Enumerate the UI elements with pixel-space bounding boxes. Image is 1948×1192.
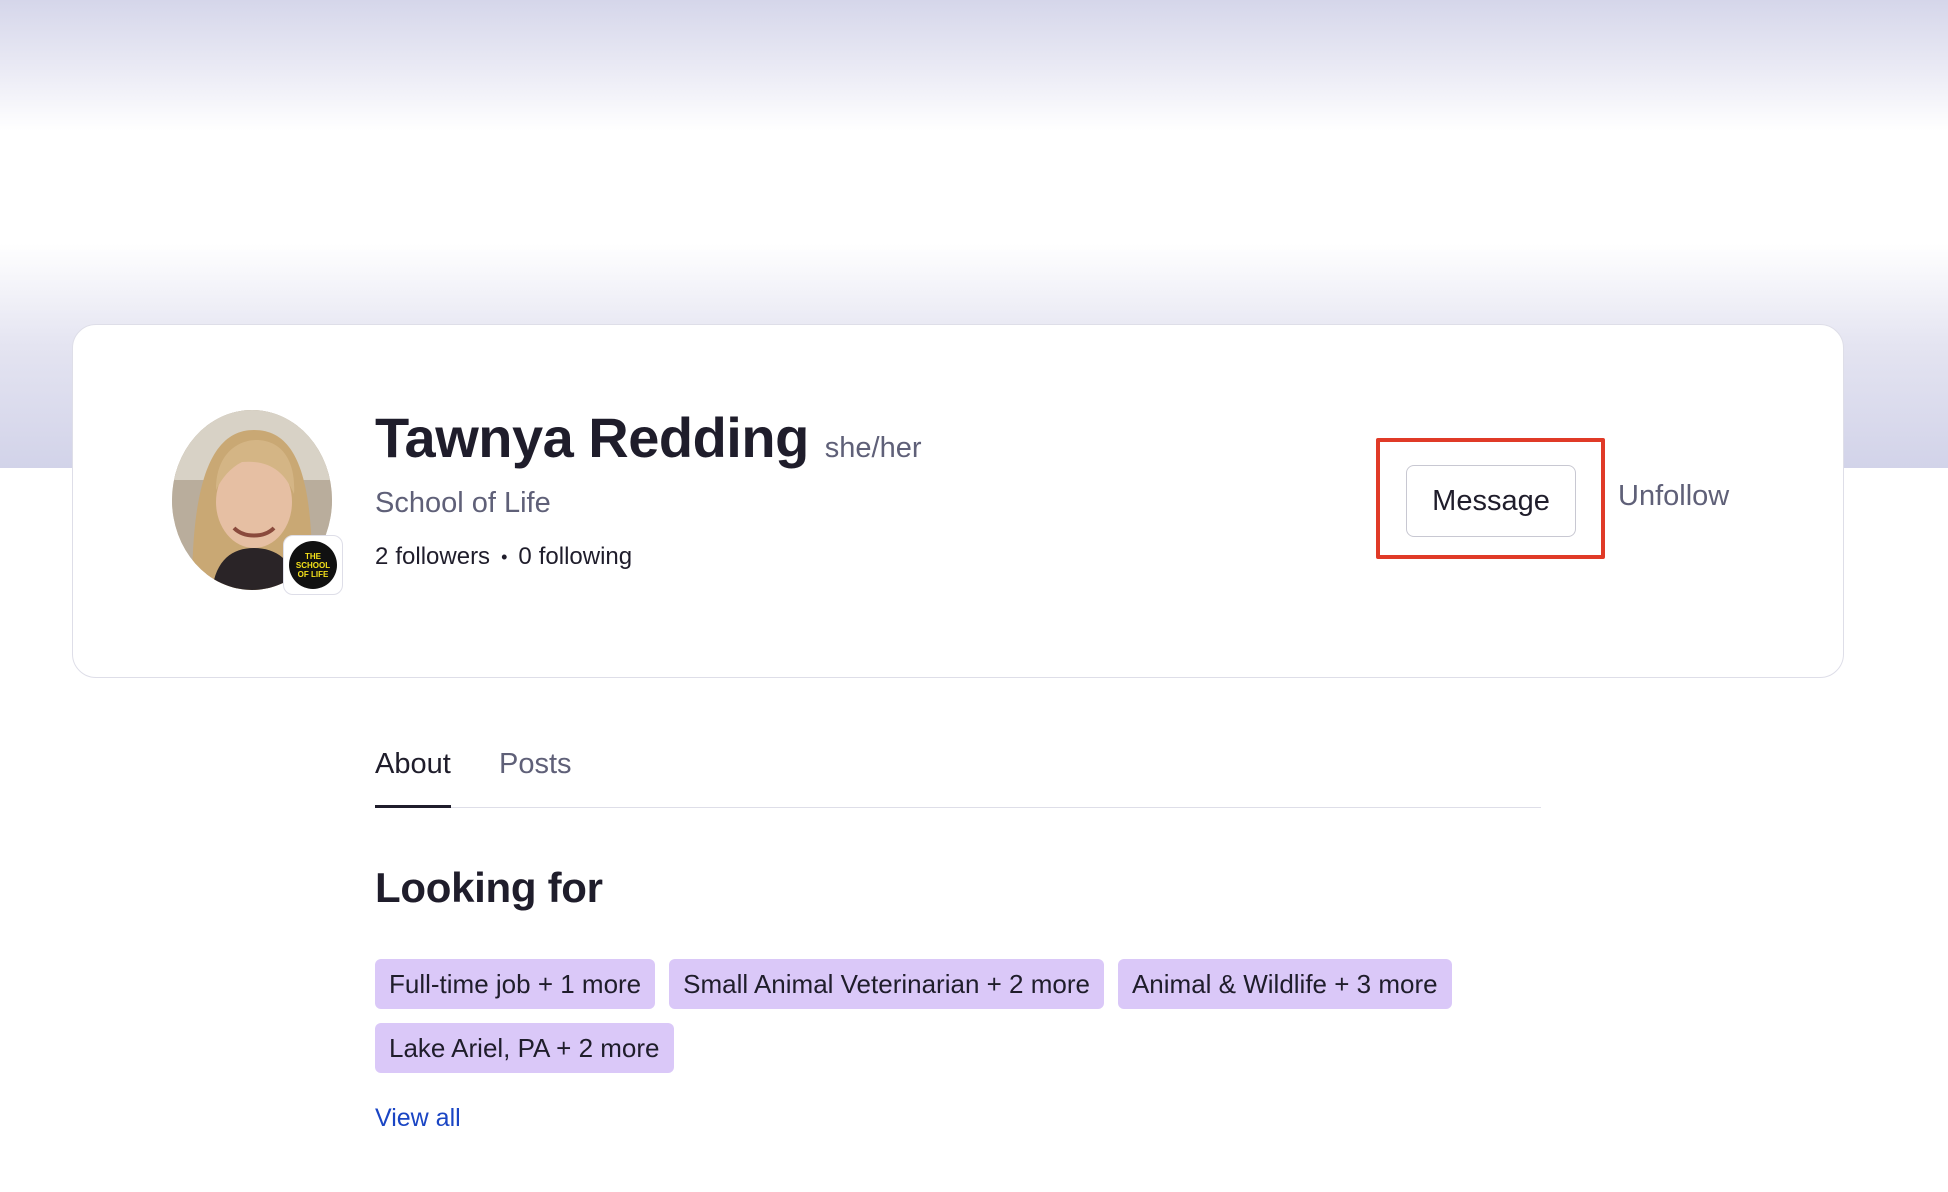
tab-posts[interactable]: Posts: [499, 748, 572, 781]
school-of-life-logo-icon: THE SCHOOL OF LIFE: [289, 541, 337, 589]
chip-role[interactable]: Small Animal Veterinarian + 2 more: [669, 959, 1104, 1009]
avatar-container: THE SCHOOL OF LIFE: [172, 410, 343, 596]
chip-location[interactable]: Lake Ariel, PA + 2 more: [375, 1023, 674, 1073]
chip-industry[interactable]: Animal & Wildlife + 3 more: [1117, 959, 1452, 1009]
profile-school[interactable]: School of Life: [375, 487, 551, 520]
name-row: Tawnya Redding she/her: [375, 405, 922, 470]
svg-text:THE: THE: [305, 552, 322, 561]
following-count[interactable]: 0: [518, 543, 531, 571]
profile-tabs: About Posts: [375, 748, 1541, 808]
svg-text:SCHOOL: SCHOOL: [296, 561, 330, 570]
message-button[interactable]: Message: [1406, 465, 1576, 537]
looking-for-heading: Looking for: [375, 864, 603, 911]
tab-about[interactable]: About: [375, 748, 451, 808]
chip-job-type[interactable]: Full-time job + 1 more: [375, 959, 656, 1009]
following-label[interactable]: following: [539, 543, 632, 571]
profile-header-card: THE SCHOOL OF LIFE Tawnya Redding she/he…: [72, 324, 1844, 678]
profile-pronouns: she/her: [824, 432, 922, 464]
unfollow-button[interactable]: Unfollow: [1618, 480, 1729, 513]
school-logo-badge: THE SCHOOL OF LIFE: [283, 535, 343, 595]
profile-name: Tawnya Redding: [375, 406, 809, 469]
view-all-link[interactable]: View all: [375, 1104, 461, 1133]
stats-separator: •: [501, 546, 508, 567]
looking-for-chips: Full-time job + 1 more Small Animal Vete…: [375, 959, 1575, 1073]
follow-stats: 2 followers • 0 following: [375, 543, 632, 571]
followers-label[interactable]: followers: [395, 543, 490, 571]
svg-text:OF LIFE: OF LIFE: [298, 570, 329, 579]
followers-count[interactable]: 2: [375, 543, 388, 571]
